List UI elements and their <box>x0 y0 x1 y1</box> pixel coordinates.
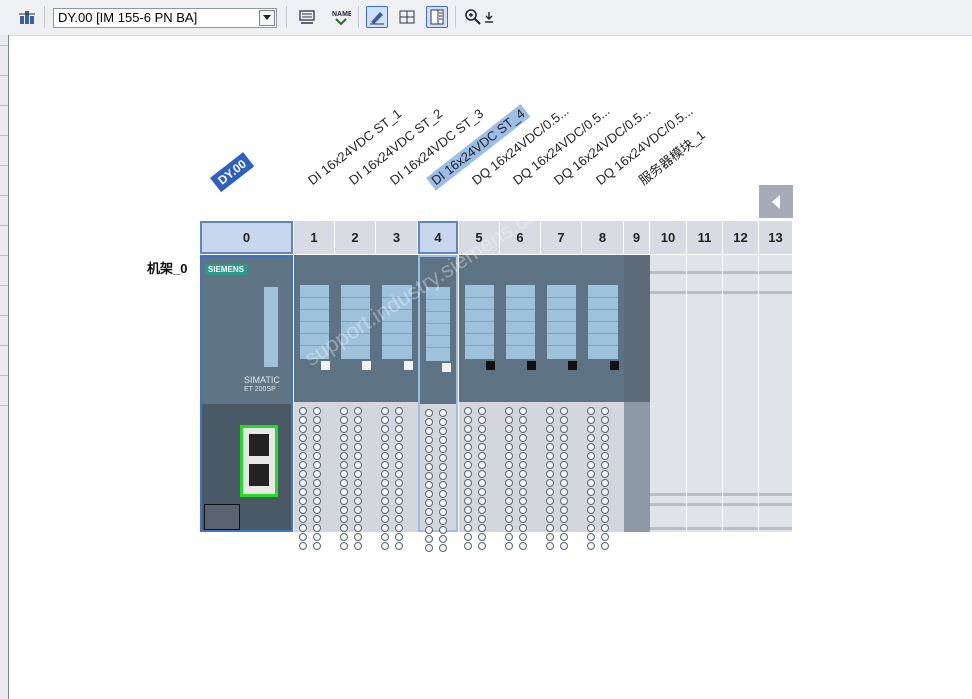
zoom-dropdown-icon[interactable] <box>482 6 496 28</box>
io-module-1[interactable] <box>294 255 335 550</box>
rack-label: 机架_0 <box>147 261 188 276</box>
io-module-5[interactable] <box>459 255 500 550</box>
server-connector-icon <box>204 504 240 530</box>
grid-icon[interactable] <box>396 6 418 28</box>
zoom-icon[interactable] <box>462 6 484 28</box>
io-module-2[interactable] <box>335 255 376 550</box>
svg-text:NAME: NAME <box>332 11 351 18</box>
slot-header-10[interactable]: 10 <box>650 221 687 254</box>
slot-header-5[interactable]: 5 <box>459 221 500 254</box>
empty-slot-11[interactable] <box>687 255 723 532</box>
slot-header-13[interactable]: 13 <box>759 221 793 254</box>
device-select[interactable]: DY.00 [IM 155-6 PN BA] <box>53 8 277 28</box>
series-label: ET 200SP <box>244 386 276 393</box>
slot-header-8[interactable]: 8 <box>582 221 624 254</box>
name-icon[interactable]: NAME <box>330 6 352 28</box>
rack-scroll-left-button[interactable] <box>759 185 793 218</box>
empty-slot-12[interactable] <box>723 255 759 532</box>
empty-slot-10[interactable] <box>650 255 687 532</box>
rj45-port-icon <box>249 434 269 456</box>
slot-header-12[interactable]: 12 <box>723 221 759 254</box>
interface-module[interactable]: SIEMENS SIMATIC ET 200SP <box>200 255 293 532</box>
rj45-port-icon <box>249 464 269 486</box>
slot-header-7[interactable]: 7 <box>541 221 582 254</box>
slot-overview-icon[interactable] <box>296 6 318 28</box>
slot-header-9[interactable]: 9 <box>624 221 650 254</box>
slot-header-4[interactable]: 4 <box>418 221 458 254</box>
empty-slot-13[interactable] <box>759 255 793 532</box>
network-icon[interactable] <box>16 6 38 28</box>
ethernet-ports[interactable] <box>240 425 278 497</box>
edit-icon[interactable] <box>366 6 388 28</box>
chevron-down-icon[interactable] <box>259 10 275 26</box>
slot-header-1[interactable]: 1 <box>294 221 335 254</box>
siemens-brand: SIEMENS <box>205 264 248 275</box>
slot-header-11[interactable]: 11 <box>687 221 723 254</box>
io-module-6[interactable] <box>500 255 541 550</box>
slot-header-6[interactable]: 6 <box>500 221 541 254</box>
left-panel-edge <box>0 35 9 699</box>
arrow-left-icon <box>772 194 780 209</box>
io-module-4[interactable] <box>418 255 458 552</box>
slot-header-2[interactable]: 2 <box>335 221 376 254</box>
layout-icon[interactable] <box>426 6 448 28</box>
device-view-toolbar: DY.00 [IM 155-6 PN BA] NAME <box>0 0 972 36</box>
io-module-7[interactable] <box>541 255 582 550</box>
device-label[interactable]: DY.00 <box>210 152 255 193</box>
slot-header-3[interactable]: 3 <box>376 221 418 254</box>
io-module-8[interactable] <box>582 255 624 550</box>
io-module-3[interactable] <box>376 255 418 550</box>
slot-header-0[interactable]: 0 <box>200 221 293 254</box>
server-module[interactable] <box>624 255 650 532</box>
simatic-label: SIMATIC <box>244 375 280 385</box>
device-select-value: DY.00 [IM 155-6 PN BA] <box>58 10 198 25</box>
